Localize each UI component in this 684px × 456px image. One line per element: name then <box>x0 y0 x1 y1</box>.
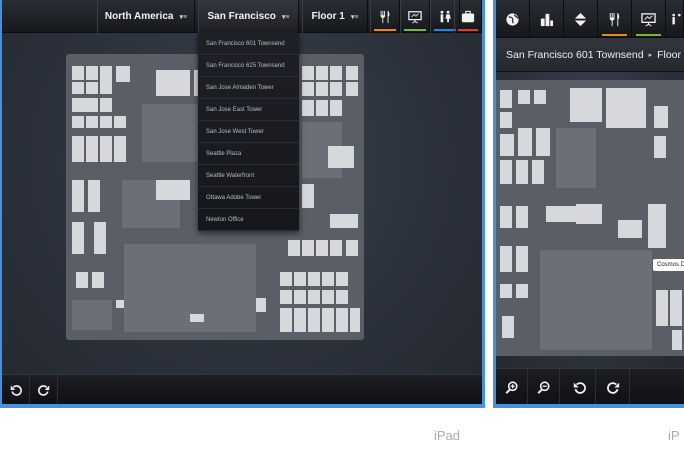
undo-button[interactable] <box>2 375 30 404</box>
dining-color-bar <box>602 34 627 36</box>
building-icon <box>540 13 554 26</box>
undo-button[interactable] <box>564 369 596 404</box>
zoom-in-button[interactable] <box>496 369 528 404</box>
dining-filter-button[interactable] <box>370 0 400 33</box>
briefcase-filter-button[interactable] <box>454 0 482 33</box>
city-menu-item[interactable]: San Jose West Tower <box>198 121 299 143</box>
iphone-toolbar <box>496 0 684 38</box>
redo-icon <box>607 381 620 394</box>
dropdown-caret-icon: ▾≡ <box>179 13 188 21</box>
city-dropdown[interactable]: San Francisco ▾≡ <box>198 0 299 33</box>
ipad-screen: North America ▾≡ San Francisco ▾≡ Floor … <box>2 0 482 404</box>
presentation-filter-button[interactable] <box>400 0 430 33</box>
dining-color-bar <box>374 29 396 31</box>
city-menu-item[interactable]: Seattle Plaza <box>198 143 299 165</box>
breadcrumb: San Francisco 601 Townsend ▸ Floor 1 <box>496 38 684 72</box>
city-menu-item[interactable]: San Francisco 625 Townsend <box>198 55 299 77</box>
city-menu-item[interactable]: Newton Office <box>198 209 299 231</box>
region-button[interactable] <box>496 0 530 38</box>
breadcrumb-building[interactable]: San Francisco 601 Townsend <box>506 49 644 61</box>
floor-dropdown[interactable]: Floor 1 ▾≡ <box>302 0 368 33</box>
iphone-screen: San Francisco 601 Townsend ▸ Floor 1 Cos… <box>496 0 684 404</box>
floor-selector-button[interactable] <box>564 0 598 38</box>
dining-icon <box>609 12 620 26</box>
city-menu-item[interactable]: San Francisco 601 Townsend <box>198 33 299 55</box>
presentation-color-bar <box>636 34 661 36</box>
ipad-device: North America ▾≡ San Francisco ▾≡ Floor … <box>0 0 485 408</box>
zoom-out-button[interactable] <box>528 369 560 404</box>
briefcase-color-bar <box>458 29 478 31</box>
iphone-floor-plan[interactable] <box>496 80 684 356</box>
floor-dropdown-label: Floor 1 <box>311 11 345 22</box>
showcase-stage: North America ▾≡ San Francisco ▾≡ Floor … <box>0 0 684 456</box>
iphone-bottom-toolbar <box>496 368 684 404</box>
region-dropdown[interactable]: North America ▾≡ <box>97 0 195 33</box>
redo-icon <box>37 385 49 396</box>
presentation-icon <box>408 10 422 23</box>
dropdown-caret-icon: ▾≡ <box>350 13 359 21</box>
dining-icon <box>380 10 390 23</box>
city-menu-item[interactable]: Seattle Waterfront <box>198 165 299 187</box>
ipad-bottom-toolbar <box>2 374 482 404</box>
zoom-in-icon <box>505 380 518 394</box>
iphone-device: San Francisco 601 Townsend ▸ Floor 1 Cos… <box>493 0 684 408</box>
iphone-caption: iP <box>668 428 680 443</box>
undo-icon <box>10 385 22 396</box>
restroom-color-bar <box>434 29 456 31</box>
restroom-filter-button[interactable] <box>666 0 684 38</box>
chevron-right-icon: ▸ <box>648 51 653 59</box>
ipad-toolbar: North America ▾≡ San Francisco ▾≡ Floor … <box>2 0 482 33</box>
city-dropdown-menu: San Francisco 601 Townsend San Francisco… <box>198 33 299 231</box>
building-button[interactable] <box>530 0 564 38</box>
globe-icon <box>506 12 519 26</box>
presentation-icon <box>641 12 656 26</box>
dropdown-caret-icon: ▾≡ <box>281 13 290 21</box>
briefcase-icon <box>461 10 475 22</box>
presentation-color-bar <box>404 29 426 31</box>
redo-button[interactable] <box>30 375 58 404</box>
breadcrumb-floor[interactable]: Floor 1 <box>657 49 684 61</box>
restroom-icon <box>440 10 451 22</box>
room-tooltip: Cosmos Dr <box>653 259 684 271</box>
region-dropdown-label: North America <box>104 11 174 22</box>
restroom-icon <box>672 13 681 24</box>
city-menu-item[interactable]: San Jose East Tower <box>198 99 299 121</box>
city-menu-item[interactable]: Ottawa Adobe Tower <box>198 187 299 209</box>
redo-button[interactable] <box>598 369 630 404</box>
presentation-filter-button[interactable] <box>632 0 666 38</box>
floor-selector-icon <box>574 12 587 26</box>
dining-filter-button[interactable] <box>598 0 632 38</box>
ipad-caption: iPad <box>434 428 461 443</box>
city-menu-item[interactable]: San Jose Almaden Tower <box>198 77 299 99</box>
zoom-out-icon <box>537 380 550 394</box>
undo-icon <box>573 381 586 394</box>
city-dropdown-label: San Francisco <box>207 11 276 22</box>
